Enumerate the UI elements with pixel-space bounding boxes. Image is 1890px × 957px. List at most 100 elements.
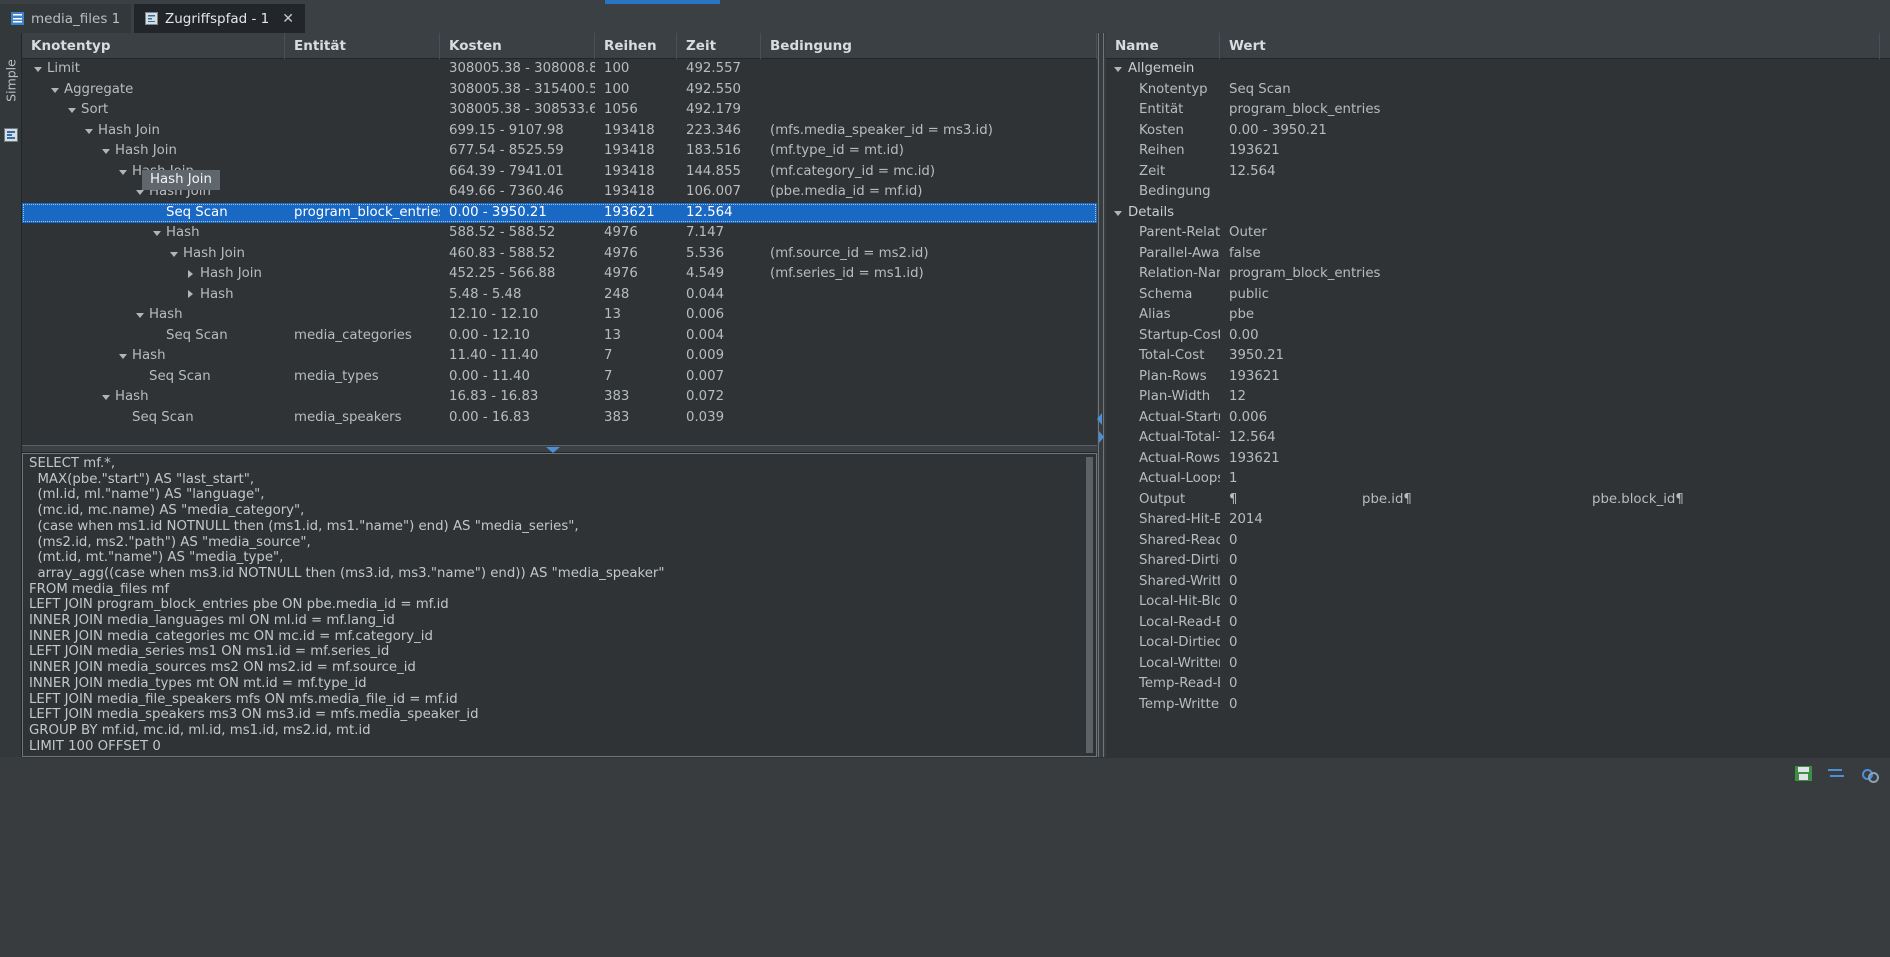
property-row[interactable]: Local-Written- 0: [1106, 654, 1890, 675]
plan-column-header-cost[interactable]: Kosten: [440, 32, 595, 59]
property-column-header-name[interactable]: Name: [1106, 32, 1220, 59]
chevron-down-icon[interactable]: [133, 305, 147, 326]
property-row[interactable]: Relation-Name program_block_entries: [1106, 264, 1890, 285]
plan-column-header-condition[interactable]: Bedingung: [761, 32, 1097, 59]
plan-tree-row[interactable]: Hash 588.52 - 588.52 4976 7.147: [22, 223, 1097, 244]
chevron-down-icon[interactable]: [116, 162, 130, 183]
sql-scrollbar[interactable]: [1084, 455, 1095, 755]
plan-node-cell: Sort: [22, 100, 285, 121]
property-row[interactable]: Local-Hit-Block 0: [1106, 592, 1890, 613]
chevron-down-icon[interactable]: [1111, 59, 1125, 80]
property-row[interactable]: Parent-Relatio Outer: [1106, 223, 1890, 244]
properties-body[interactable]: Allgemein Knotentyp Seq Scan Entität program…: [1106, 59, 1890, 757]
property-row[interactable]: Actual-Total-Ti 12.564: [1106, 428, 1890, 449]
property-group-row[interactable]: Details: [1106, 203, 1890, 224]
property-row[interactable]: Entität program_block_entries: [1106, 100, 1890, 121]
property-column-header-value[interactable]: Wert: [1220, 32, 1880, 59]
horizontal-splitter[interactable]: [22, 445, 1097, 453]
plan-tree-row[interactable]: Hash Join 699.15 - 9107.98 193418 223.346 (m…: [22, 121, 1097, 142]
scrollbar-thumb[interactable]: [1086, 457, 1093, 753]
plan-cell-cost: 12.10 - 12.10: [449, 307, 539, 322]
property-row[interactable]: Kosten 0.00 - 3950.21: [1106, 121, 1890, 142]
chevron-down-icon[interactable]: [167, 244, 181, 265]
property-row[interactable]: Actual-Loops 1: [1106, 469, 1890, 490]
property-group-row[interactable]: Allgemein: [1106, 59, 1890, 80]
plan-tree-row[interactable]: Hash Join 452.25 - 566.88 4976 4.549 (mf.ser…: [22, 264, 1097, 285]
chevron-down-icon[interactable]: [1111, 203, 1125, 224]
chevron-down-icon[interactable]: [82, 121, 96, 142]
plan-icon[interactable]: [4, 128, 18, 142]
chevron-down-icon[interactable]: [150, 223, 164, 244]
rail-label-simple[interactable]: Simple: [4, 51, 19, 111]
plan-tree-row[interactable]: Aggregate 308005.38 - 315400.53 100 492.550: [22, 80, 1097, 101]
property-row[interactable]: Bedingung: [1106, 182, 1890, 203]
plan-tree-row[interactable]: Seq Scan media_speakers 0.00 - 16.83 383 0.0…: [22, 408, 1097, 429]
chevron-left-icon[interactable]: [1097, 413, 1102, 425]
plan-tree-row[interactable]: Hash Join 460.83 - 588.52 4976 5.536 (mf.sou…: [22, 244, 1097, 265]
property-row[interactable]: Temp-Written- 0: [1106, 695, 1890, 716]
property-name-label: Local-Dirtied-B: [1139, 635, 1220, 650]
sql-source-panel[interactable]: SELECT mf.*, MAX(pbe."start") AS "last_s…: [22, 453, 1097, 757]
chevron-right-icon[interactable]: [184, 285, 198, 306]
property-row[interactable]: Shared-Hit-Blo 2014: [1106, 510, 1890, 531]
property-row[interactable]: Shared-Read-B 0: [1106, 531, 1890, 552]
close-icon[interactable]: ✕: [282, 11, 294, 27]
save-icon[interactable]: [1795, 766, 1812, 781]
chevron-down-icon[interactable]: [31, 59, 45, 80]
chevron-down-icon[interactable]: [99, 387, 113, 408]
property-row[interactable]: Actual-Startup 0.006: [1106, 408, 1890, 429]
property-row[interactable]: Actual-Rows 193621: [1106, 449, 1890, 470]
property-row[interactable]: Shared-Written 0: [1106, 572, 1890, 593]
transfer-icon[interactable]: [1828, 766, 1845, 781]
plan-tree-body[interactable]: Limit 308005.38 - 308008.88 100 492.557 Aggr…: [22, 59, 1097, 445]
property-row[interactable]: Total-Cost 3950.21: [1106, 346, 1890, 367]
chevron-down-icon[interactable]: [48, 80, 62, 101]
properties-table-header[interactable]: Name Wert: [1106, 32, 1890, 59]
plan-column-header-rows[interactable]: Reihen: [595, 32, 677, 59]
property-row[interactable]: Temp-Read-Blo 0: [1106, 674, 1890, 695]
plan-tree-row[interactable]: Seq Scan media_categories 0.00 - 12.10 13 0.…: [22, 326, 1097, 347]
plan-node-cell: Hash Join: [22, 244, 285, 265]
plan-tree-row[interactable]: Hash Join 677.54 - 8525.59 193418 183.516 (m…: [22, 141, 1097, 162]
property-row[interactable]: Plan-Width 12: [1106, 387, 1890, 408]
property-row[interactable]: Local-Dirtied-B 0: [1106, 633, 1890, 654]
property-row[interactable]: Plan-Rows 193621: [1106, 367, 1890, 388]
property-value-cell: 0: [1229, 676, 1238, 691]
property-row[interactable]: Knotentyp Seq Scan: [1106, 80, 1890, 101]
plan-tree-row[interactable]: Sort 308005.38 - 308533.61 1056 492.179: [22, 100, 1097, 121]
plan-tree-row[interactable]: Seq Scan media_types 0.00 - 11.40 7 0.007: [22, 367, 1097, 388]
vertical-splitter[interactable]: [1097, 33, 1106, 757]
chevron-down-icon[interactable]: [116, 346, 130, 367]
property-name-label: Kosten: [1139, 122, 1184, 138]
plan-column-header-node[interactable]: Knotentyp: [22, 32, 285, 59]
plan-tree-row[interactable]: Hash 12.10 - 12.10 13 0.006: [22, 305, 1097, 326]
plan-table-header[interactable]: Knotentyp Entität Kosten Reihen Zeit Bedingun…: [22, 32, 1097, 59]
property-name-label: Temp-Written-: [1139, 696, 1220, 712]
property-value-cell: pbe.id¶: [1362, 491, 1412, 507]
plan-tree-row[interactable]: Hash 5.48 - 5.48 248 0.044: [22, 285, 1097, 306]
plan-cell-time: 144.855: [686, 163, 741, 179]
chevron-right-icon[interactable]: [1099, 431, 1104, 443]
property-row[interactable]: Parallel-Aware false: [1106, 244, 1890, 265]
plan-tree-row[interactable]: Limit 308005.38 - 308008.88 100 492.557: [22, 59, 1097, 80]
chevron-right-icon[interactable]: [184, 264, 198, 285]
property-row[interactable]: Reihen 193621: [1106, 141, 1890, 162]
tab-zugriffspfad[interactable]: Zugriffspfad - 1 ✕: [134, 4, 305, 33]
property-row[interactable]: Local-Read-Blo 0: [1106, 613, 1890, 634]
property-row[interactable]: Output ¶ pbe.id¶ pbe.block_id¶: [1106, 490, 1890, 511]
link-icon[interactable]: [1861, 766, 1879, 783]
property-row[interactable]: Zeit 12.564: [1106, 162, 1890, 183]
property-row[interactable]: Startup-Cost 0.00: [1106, 326, 1890, 347]
plan-column-header-entity[interactable]: Entität: [285, 32, 440, 59]
tab-media-files[interactable]: media_files 1: [0, 4, 132, 33]
chevron-down-icon[interactable]: [65, 100, 79, 121]
editor-tab-bar[interactable]: media_files 1 Zugriffspfad - 1 ✕: [0, 4, 1890, 33]
plan-tree-row[interactable]: Seq Scan program_block_entries 0.00 - 3950…: [22, 202, 1097, 223]
chevron-down-icon[interactable]: [99, 141, 113, 162]
property-row[interactable]: Alias pbe: [1106, 305, 1890, 326]
property-row[interactable]: Schema public: [1106, 285, 1890, 306]
property-row[interactable]: Shared-Dirtied 0: [1106, 551, 1890, 572]
plan-tree-row[interactable]: Hash 11.40 - 11.40 7 0.009: [22, 346, 1097, 367]
plan-column-header-time[interactable]: Zeit: [677, 32, 761, 59]
plan-tree-row[interactable]: Hash 16.83 - 16.83 383 0.072: [22, 387, 1097, 408]
